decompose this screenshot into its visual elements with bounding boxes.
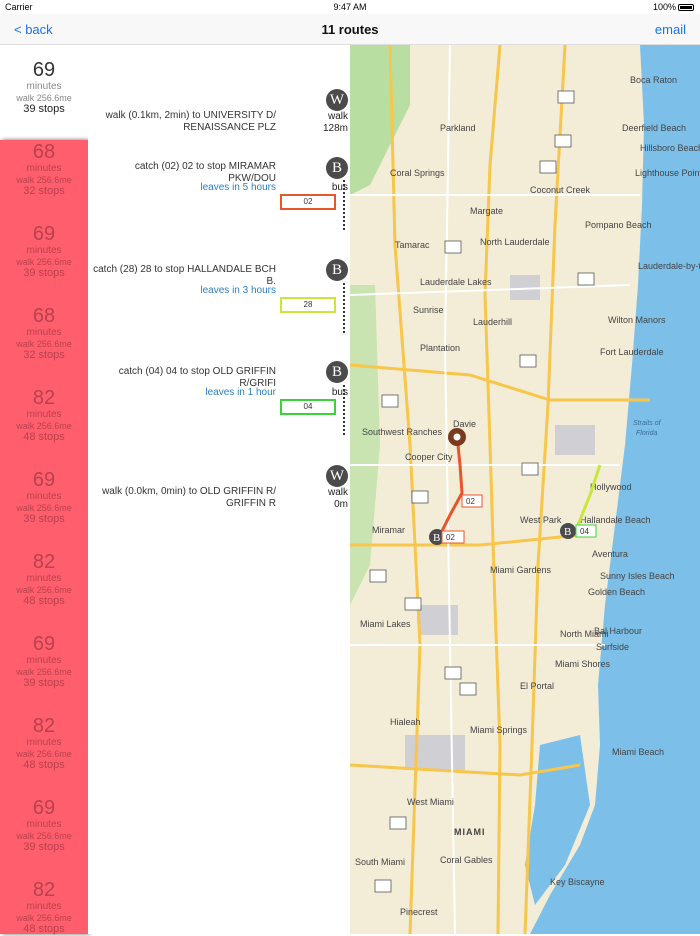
svg-text:Miami Lakes: Miami Lakes bbox=[360, 619, 411, 629]
list-item[interactable]: 69 minutes walk 256.6me 39 stops bbox=[0, 634, 88, 690]
route-stops: 39 stops bbox=[23, 103, 65, 115]
step-mode: bus bbox=[331, 182, 348, 193]
step-text: walk (0.0km, 0min) to OLD GRIFFIN R/ GRI… bbox=[102, 486, 276, 509]
svg-text:El Portal: El Portal bbox=[520, 681, 554, 691]
svg-text:West Miami: West Miami bbox=[407, 797, 454, 807]
step-distance: 128m bbox=[322, 123, 348, 134]
svg-text:Key Biscayne: Key Biscayne bbox=[550, 877, 605, 887]
svg-text:Aventura: Aventura bbox=[592, 549, 628, 559]
svg-text:Florida: Florida bbox=[636, 430, 658, 437]
bus-badge-icon: B bbox=[326, 259, 348, 281]
route-number-box: 04 bbox=[280, 399, 336, 415]
map-canvas[interactable]: Boca Raton Parkland Deerfield Beach Hill… bbox=[350, 45, 700, 934]
list-item[interactable]: 69 minutes walk 256.6me 39 stops bbox=[0, 798, 88, 854]
svg-text:Deerfield Beach: Deerfield Beach bbox=[622, 123, 686, 133]
list-item[interactable]: 69 minutes walk 256.6me 39 stops bbox=[0, 224, 88, 280]
svg-text:Davie: Davie bbox=[453, 419, 476, 429]
walk-badge-icon: W bbox=[326, 89, 348, 111]
svg-text:Lauderdale-by-the-Sea: Lauderdale-by-the-Sea bbox=[638, 261, 700, 271]
clock: 9:47 AM bbox=[333, 2, 367, 12]
svg-text:Tamarac: Tamarac bbox=[395, 240, 430, 250]
svg-text:West Park: West Park bbox=[520, 515, 562, 525]
bus-badge-icon: B bbox=[326, 157, 348, 179]
svg-text:Pompano Beach: Pompano Beach bbox=[585, 220, 652, 230]
svg-text:Boca Raton: Boca Raton bbox=[630, 75, 677, 85]
list-item[interactable]: 82 minutes walk 256.6me 48 stops bbox=[0, 388, 88, 444]
svg-text:Lauderhill: Lauderhill bbox=[473, 317, 512, 327]
svg-text:MIAMI: MIAMI bbox=[454, 827, 486, 837]
svg-text:Parkland: Parkland bbox=[440, 123, 476, 133]
step-connector bbox=[343, 283, 345, 333]
list-item[interactable]: 68 minutes walk 256.6me 32 stops bbox=[0, 142, 88, 198]
svg-text:Miami Beach: Miami Beach bbox=[612, 747, 664, 757]
page-title: 11 routes bbox=[321, 22, 379, 37]
svg-text:Pinecrest: Pinecrest bbox=[400, 907, 438, 917]
walk-badge-icon: W bbox=[326, 465, 348, 487]
svg-text:Cooper City: Cooper City bbox=[405, 452, 453, 462]
svg-text:North Lauderdale: North Lauderdale bbox=[480, 237, 550, 247]
svg-text:Miami Springs: Miami Springs bbox=[470, 725, 528, 735]
list-item[interactable]: 82 minutes walk 256.6me 48 stops bbox=[0, 880, 88, 936]
svg-text:Surfside: Surfside bbox=[596, 642, 629, 652]
step-text: walk (0.1km, 2min) to UNIVERSITY D/ RENA… bbox=[105, 110, 276, 133]
svg-text:B: B bbox=[564, 526, 571, 538]
svg-text:Southwest Ranches: Southwest Ranches bbox=[362, 427, 443, 437]
route-unit: minutes bbox=[26, 81, 62, 92]
list-item[interactable]: 82 minutes walk 256.6me 48 stops bbox=[0, 552, 88, 608]
battery-icon bbox=[678, 4, 694, 11]
list-item[interactable]: 82 minutes walk 256.6me 48 stops bbox=[0, 716, 88, 772]
departure-time: leaves in 3 hours bbox=[200, 285, 276, 296]
selected-route-item[interactable]: 69 minutes walk 256.6me 39 stops bbox=[0, 45, 88, 140]
step-connector bbox=[343, 180, 345, 230]
list-item[interactable]: 68 minutes walk 256.6me 32 stops bbox=[0, 306, 88, 362]
step-mode: bus bbox=[331, 387, 348, 398]
departure-time: leaves in 5 hours bbox=[200, 182, 276, 193]
svg-text:Sunrise: Sunrise bbox=[413, 305, 444, 315]
svg-text:Coral Springs: Coral Springs bbox=[390, 168, 445, 178]
route-map[interactable]: Boca Raton Parkland Deerfield Beach Hill… bbox=[350, 45, 700, 934]
list-item[interactable]: 69 minutes walk 256.6me 39 stops bbox=[0, 470, 88, 526]
departure-time: leaves in 1 hour bbox=[205, 387, 276, 398]
route-walk: walk 256.6me bbox=[16, 93, 72, 103]
svg-text:Hallandale Beach: Hallandale Beach bbox=[580, 515, 651, 525]
svg-text:Miami Shores: Miami Shores bbox=[555, 659, 611, 669]
svg-text:B: B bbox=[433, 532, 440, 544]
step-mode: walk bbox=[327, 111, 348, 122]
svg-text:Lighthouse Point: Lighthouse Point bbox=[635, 168, 700, 178]
map-route-label: 02 bbox=[466, 497, 475, 506]
route-number-box: 28 bbox=[280, 297, 336, 313]
step-connector bbox=[343, 385, 345, 435]
svg-text:Coconut Creek: Coconut Creek bbox=[530, 185, 591, 195]
svg-text:Fort Lauderdale: Fort Lauderdale bbox=[600, 347, 664, 357]
svg-text:Miami Gardens: Miami Gardens bbox=[490, 565, 552, 575]
svg-text:Plantation: Plantation bbox=[420, 343, 460, 353]
route-number-box: 02 bbox=[280, 194, 336, 210]
svg-text:South Miami: South Miami bbox=[355, 857, 405, 867]
navigation-bar: < back 11 routes email bbox=[0, 14, 700, 45]
svg-text:Margate: Margate bbox=[470, 206, 503, 216]
svg-text:Sunny Isles Beach: Sunny Isles Beach bbox=[600, 571, 675, 581]
svg-text:Hialeah: Hialeah bbox=[390, 717, 421, 727]
battery-indicator: 100% bbox=[653, 2, 694, 12]
route-steps: W walk (0.1km, 2min) to UNIVERSITY D/ RE… bbox=[88, 45, 350, 934]
bus-badge-icon: B bbox=[326, 361, 348, 383]
route-minutes: 69 bbox=[32, 59, 56, 81]
step-distance: 0m bbox=[334, 499, 348, 510]
svg-text:Straits of: Straits of bbox=[633, 420, 662, 427]
svg-text:Miramar: Miramar bbox=[372, 525, 405, 535]
svg-text:Coral Gables: Coral Gables bbox=[440, 855, 493, 865]
svg-text:Wilton Manors: Wilton Manors bbox=[608, 315, 666, 325]
svg-text:Lauderdale Lakes: Lauderdale Lakes bbox=[420, 277, 492, 287]
step-mode: walk bbox=[327, 487, 348, 498]
status-bar: Carrier 9:47 AM 100% bbox=[0, 0, 700, 14]
route-list-items: 68 minutes walk 256.6me 32 stops 69 minutes w… bbox=[0, 140, 88, 936]
svg-text:Bal Harbour: Bal Harbour bbox=[594, 626, 642, 636]
svg-text:Hollywood: Hollywood bbox=[590, 482, 632, 492]
svg-text:Hillsboro Beach: Hillsboro Beach bbox=[640, 143, 700, 153]
email-button[interactable]: email bbox=[655, 22, 686, 37]
map-route-label: 04 bbox=[580, 527, 589, 536]
map-route-label: 02 bbox=[446, 533, 455, 542]
route-list: 69 minutes walk 256.6me 39 stops 68 minut… bbox=[0, 45, 88, 936]
svg-text:Golden Beach: Golden Beach bbox=[588, 587, 645, 597]
